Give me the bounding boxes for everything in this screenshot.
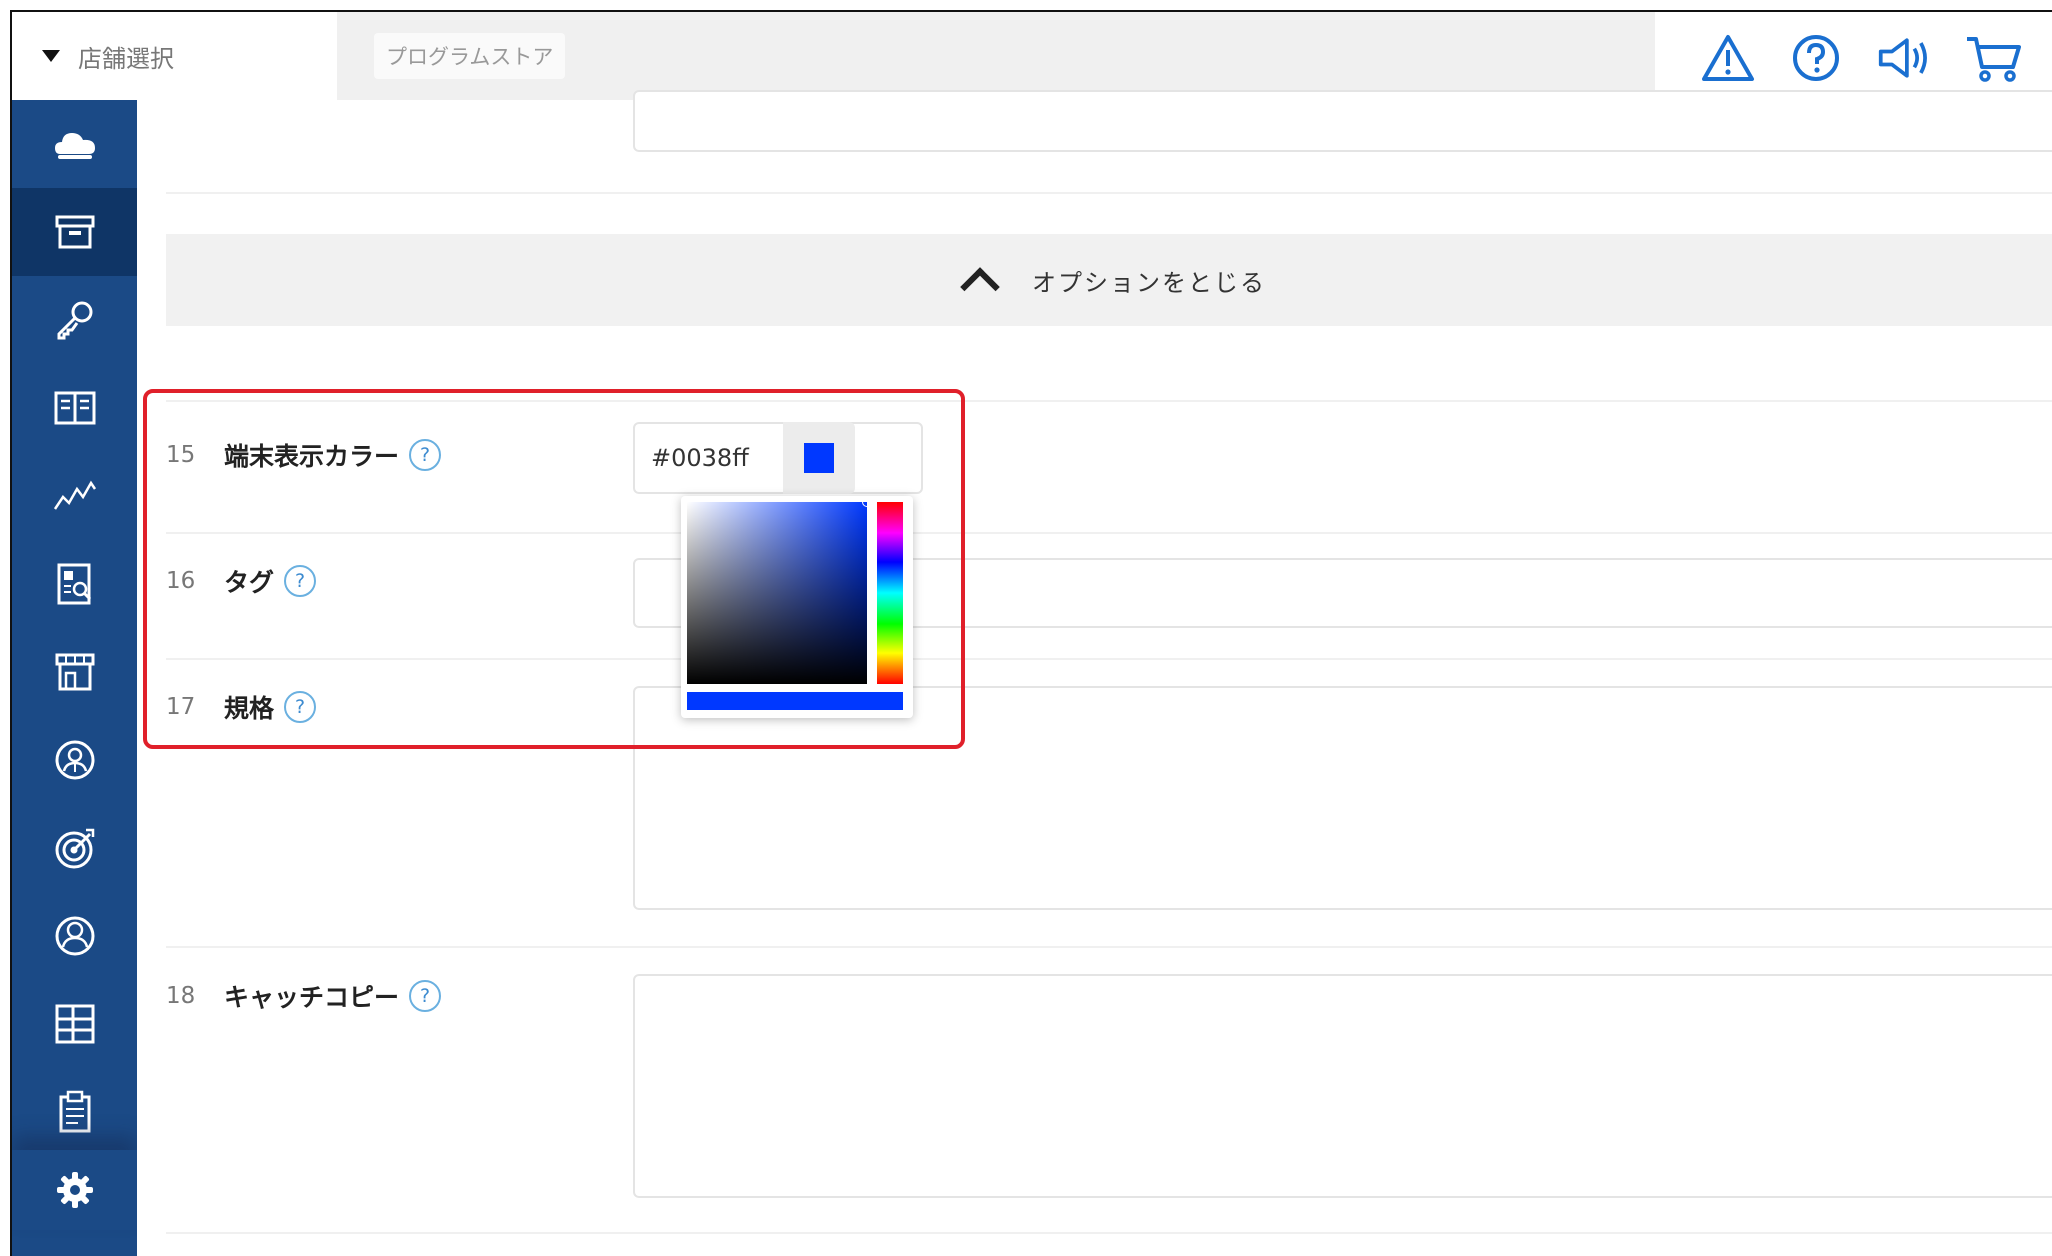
grid-icon	[55, 1004, 94, 1044]
field-number: 18	[166, 983, 196, 1009]
sidebar-item-target[interactable]	[12, 804, 137, 892]
sidebar-item-cloud[interactable]	[12, 100, 137, 188]
divider	[166, 192, 2052, 194]
store-select-dropdown[interactable]: 店舗選択	[12, 12, 337, 100]
sidebar-item-user-badge[interactable]	[12, 716, 137, 804]
previous-field-textarea[interactable]	[633, 90, 2052, 152]
divider	[166, 1232, 2052, 1234]
target-icon	[55, 828, 94, 869]
warning-icon[interactable]	[1700, 30, 1756, 86]
sidebar-item-report[interactable]	[12, 540, 137, 628]
key-icon	[57, 301, 92, 340]
highlight-box	[143, 389, 965, 749]
store-icon	[55, 653, 94, 691]
store-select-label: 店舗選択	[78, 44, 174, 73]
program-store-tab[interactable]: プログラムストア	[374, 33, 566, 79]
report-icon	[57, 563, 91, 605]
field-row-18-label: 18 キャッチコピー ?	[166, 978, 442, 1014]
cart-icon[interactable]	[1965, 30, 2021, 86]
sidebar-item-account[interactable]	[12, 892, 137, 980]
chevron-up-icon	[960, 267, 1000, 307]
top-bar: 店舗選択 プログラムストア	[12, 12, 2052, 100]
top-icon-group	[1655, 12, 2052, 100]
field-label: キャッチコピー	[224, 983, 400, 1012]
sidebar-item-grid[interactable]	[12, 980, 137, 1068]
clipboard-icon	[59, 1090, 90, 1133]
cloud-icon	[54, 133, 95, 159]
toggle-options-label: オプションをとじる	[1032, 268, 1266, 297]
divider	[166, 946, 2052, 948]
help-icon[interactable]	[1788, 30, 1844, 86]
account-icon	[55, 916, 94, 956]
archive-icon	[55, 215, 94, 249]
analytics-icon	[53, 480, 96, 510]
dropdown-triangle-icon	[42, 50, 60, 62]
sidebar-item-book[interactable]	[12, 364, 137, 452]
sidebar-item-archive[interactable]	[12, 188, 137, 276]
sidebar-item-settings[interactable]	[12, 1150, 137, 1230]
app-window: 店舗選択 プログラムストア オプションをとじる 15 端末表示カラー ? #00…	[10, 10, 2052, 1256]
sidebar-item-analytics[interactable]	[12, 452, 137, 540]
announcement-icon[interactable]	[1877, 30, 1933, 86]
help-icon[interactable]: ?	[409, 980, 442, 1012]
gear-icon	[56, 1172, 93, 1208]
sidebar	[12, 100, 137, 1256]
sidebar-item-store[interactable]	[12, 628, 137, 716]
sidebar-item-clipboard[interactable]	[12, 1068, 137, 1156]
user-badge-icon	[55, 740, 94, 780]
main-content: オプションをとじる 15 端末表示カラー ? #0038ff 16 タグ ? 1…	[137, 90, 2052, 1256]
sidebar-item-key[interactable]	[12, 276, 137, 364]
catchcopy-textarea[interactable]	[633, 974, 2052, 1198]
toggle-options-bar[interactable]: オプションをとじる	[166, 234, 2052, 326]
book-icon	[54, 391, 95, 425]
